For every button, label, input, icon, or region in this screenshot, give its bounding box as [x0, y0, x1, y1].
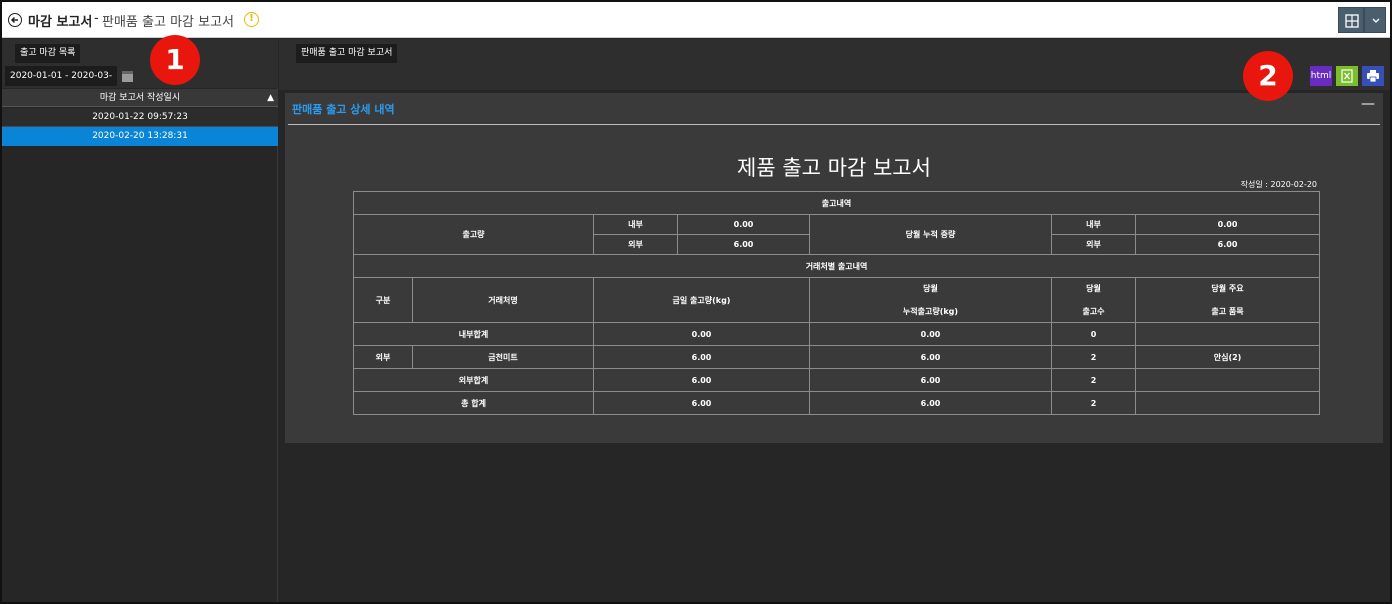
table-row: 내부합계 0.00 0.00 0: [353, 322, 1321, 346]
printer-icon: [1367, 70, 1379, 83]
grid-view-button[interactable]: [1338, 7, 1364, 33]
title-separator: -: [94, 11, 99, 26]
col-header-today-qty: 금일 출고량(kg): [593, 277, 810, 323]
customer-category: 외부: [353, 345, 413, 369]
month-internal-label: 내부: [1051, 214, 1136, 235]
table-row: 외부 금천미트 6.00 6.00 2 안심(2): [353, 345, 1321, 369]
grand-total-count: 2: [1051, 391, 1136, 415]
col-header-month-qty: 당월 누적출고량(kg): [809, 277, 1052, 323]
customer-month: 6.00: [809, 345, 1052, 369]
internal-label: 내부: [593, 214, 678, 235]
left-panel-header: 출고 마감 목록: [2, 39, 278, 64]
col-header-items-line2: 출고 품목: [1211, 307, 1244, 316]
right-panel-header: 판매품 출고 마감 보고서: [279, 39, 1390, 64]
callout-badge-1: 1: [150, 35, 200, 85]
grand-total-items: [1134, 391, 1321, 415]
app-frame: 마감 보고서 - 판매품 출고 마감 보고서 ! 출고 마감 목록 2020-0…: [0, 0, 1392, 604]
month-external-label: 외부: [1051, 234, 1136, 255]
table-row: 외부합계 6.00 6.00 2: [353, 368, 1321, 392]
list-header-label: 마감 보고서 작성일시: [99, 93, 181, 103]
external-total-today: 6.00: [593, 368, 810, 392]
report-toolbar: html: [279, 64, 1390, 90]
grand-total-month: 6.00: [809, 391, 1052, 415]
page-subtitle: 판매품 출고 마감 보고서: [102, 15, 234, 30]
table-row: 총 합계 6.00 6.00 2: [353, 391, 1321, 415]
report-panel: 판매품 출고 마감 보고서 html 판매품 출고 상세 내역 — 제품 출고 …: [279, 39, 1390, 602]
shipment-qty-label: 출고량: [353, 214, 594, 255]
customer-name: 금천미트: [412, 345, 594, 369]
report-date: 작성일 : 2020-02-20: [1240, 180, 1317, 189]
tab-sales-closing-report[interactable]: 판매품 출고 마감 보고서: [296, 44, 398, 63]
internal-total-count: 0: [1051, 322, 1136, 346]
col-header-items: 당월 주요 출고 품목: [1134, 277, 1321, 323]
col-header-count-line2: 출고수: [1082, 307, 1105, 316]
chevron-down-icon: [1372, 18, 1380, 23]
internal-total-items: [1134, 322, 1321, 346]
month-internal-qty: 0.00: [1134, 214, 1321, 235]
external-total-count: 2: [1051, 368, 1136, 392]
view-dropdown-button[interactable]: [1364, 7, 1386, 33]
col-header-month-line1: 당월: [923, 284, 938, 293]
tab-closing-list[interactable]: 출고 마감 목록: [15, 44, 81, 63]
html-export-button[interactable]: html: [1310, 66, 1332, 86]
col-header-count-line1: 당월: [1086, 284, 1101, 293]
calendar-icon[interactable]: [122, 71, 133, 82]
col-header-customer: 거래처명: [412, 277, 594, 323]
customer-items: 안심(2): [1134, 345, 1321, 369]
grand-total-today: 6.00: [593, 391, 810, 415]
internal-qty: 0.00: [677, 214, 810, 235]
panel-title: 판매품 출고 상세 내역: [292, 103, 395, 116]
panel-divider: [288, 124, 1380, 125]
sort-up-icon[interactable]: ▲: [267, 89, 274, 107]
internal-total-month: 0.00: [809, 322, 1052, 346]
list-item[interactable]: 2020-01-22 09:57:23: [2, 108, 278, 127]
page-title: 마감 보고서: [28, 15, 93, 30]
print-button[interactable]: [1362, 66, 1384, 86]
callout-badge-2: 2: [1243, 51, 1293, 101]
list-item-selected[interactable]: 2020-02-20 13:28:31: [2, 127, 278, 146]
external-qty: 6.00: [677, 234, 810, 255]
external-label: 외부: [593, 234, 678, 255]
external-total-month: 6.00: [809, 368, 1052, 392]
month-weight-label: 당월 누적 중량: [809, 214, 1052, 255]
back-arrow-icon[interactable]: [8, 13, 22, 27]
shipment-detail-panel: 판매품 출고 상세 내역 — 제품 출고 마감 보고서 작성일 : 2020-0…: [285, 93, 1383, 443]
excel-icon: [1341, 69, 1353, 83]
month-external-qty: 6.00: [1134, 234, 1321, 255]
excel-export-button[interactable]: [1336, 66, 1358, 86]
external-total-label: 외부합계: [353, 368, 594, 392]
external-total-items: [1134, 368, 1321, 392]
collapse-icon[interactable]: —: [1361, 96, 1375, 112]
internal-total-today: 0.00: [593, 322, 810, 346]
section-header-shipment: 출고내역: [352, 191, 1321, 215]
grid-icon: [1345, 14, 1359, 28]
internal-total-label: 내부합계: [353, 322, 594, 346]
col-header-month-line2: 누적출고량(kg): [902, 307, 959, 316]
col-header-count: 당월 출고수: [1051, 277, 1136, 323]
section-header-customer: 거래처별 출고내역: [352, 254, 1321, 278]
closing-list-panel: 출고 마감 목록 2020-01-01 - 2020-03-31 마감 보고서 …: [2, 39, 278, 602]
warning-icon[interactable]: !: [244, 12, 259, 27]
col-header-category: 구분: [353, 277, 413, 323]
list-column-header[interactable]: 마감 보고서 작성일시 ▲: [2, 89, 278, 107]
customer-count: 2: [1051, 345, 1136, 369]
date-range-input[interactable]: 2020-01-01 - 2020-03-31: [5, 66, 117, 101]
title-bar: 마감 보고서 - 판매품 출고 마감 보고서 !: [2, 2, 1390, 38]
report-table: 출고내역 출고량 내부 0.00 당월 누적 중량 내부 0.00 외부 6.0…: [352, 191, 1321, 415]
col-header-items-line1: 당월 주요: [1211, 284, 1244, 293]
customer-today: 6.00: [593, 345, 810, 369]
report-title: 제품 출고 마감 보고서: [737, 156, 931, 180]
grand-total-label: 총 합계: [353, 391, 594, 415]
date-filter-row: 2020-01-01 - 2020-03-31: [2, 64, 278, 101]
